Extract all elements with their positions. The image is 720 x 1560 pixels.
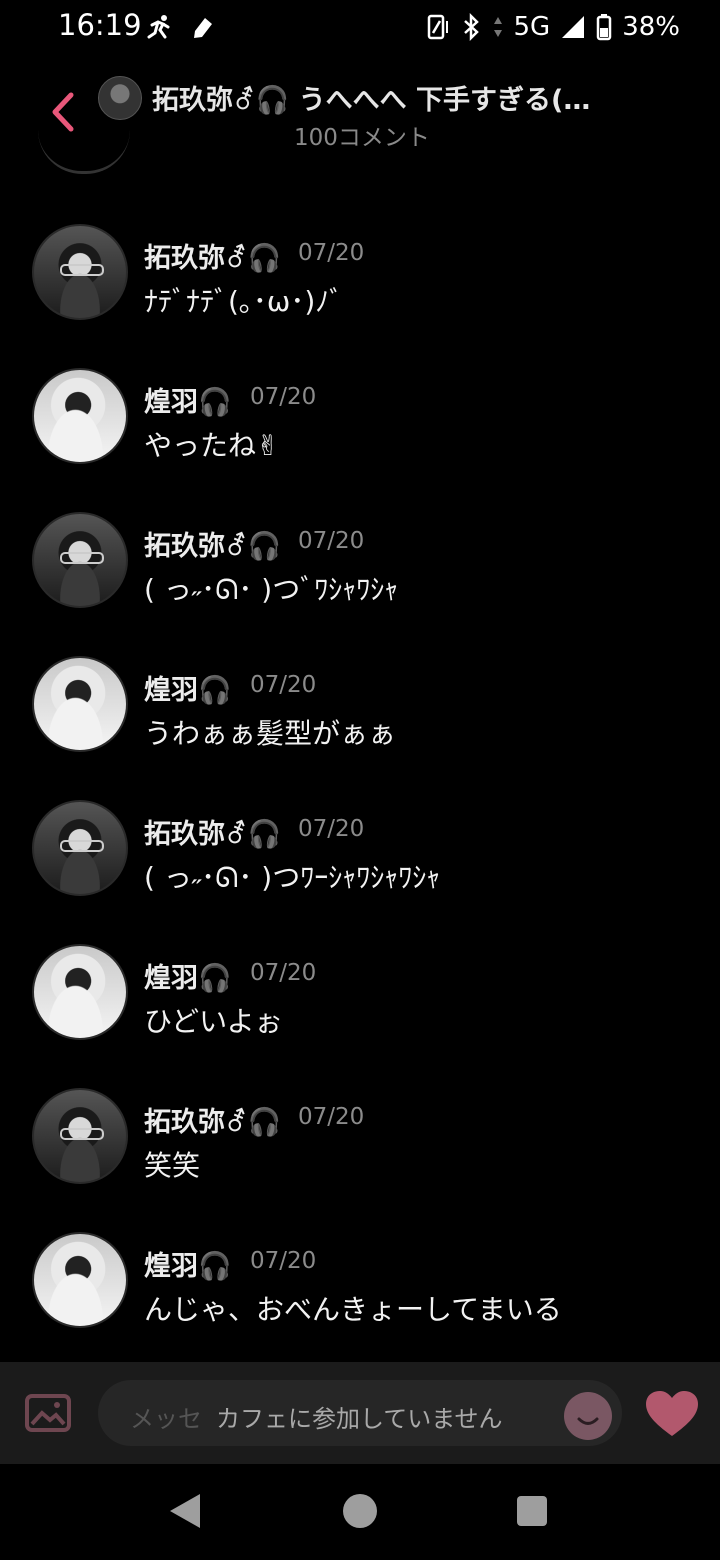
post-title: 拓玖弥⚦🎧 うへへへ 下手すぎる(… <box>152 85 591 116</box>
comment-author[interactable]: 煌羽🎧 <box>144 380 232 419</box>
comment-author[interactable]: 煌羽🎧 <box>144 956 232 995</box>
avatar[interactable] <box>32 512 128 608</box>
comment-item: 煌羽🎧 07/20 んじゃ、おべんきょーしてまいる <box>0 1232 720 1342</box>
comment-count: 100コメント <box>294 125 430 151</box>
status-time: 16:19 <box>58 8 142 42</box>
comment-text: うわぁぁ髪型がぁぁ <box>144 717 397 750</box>
status-bar: 16:19 5G 38% <box>0 0 720 56</box>
data-arrows-icon <box>493 17 502 37</box>
input-placeholder: メッセ <box>130 1405 202 1433</box>
comment-text: 笑笑 <box>144 1149 201 1182</box>
nav-home-icon[interactable] <box>343 1494 377 1528</box>
vibrate-icon <box>427 14 448 40</box>
status-right: 5G 38% <box>426 10 680 44</box>
comment-date: 07/20 <box>250 384 317 410</box>
network-type: 5G <box>513 12 551 42</box>
like-button[interactable] <box>644 1390 700 1438</box>
comment-date: 07/20 <box>250 960 317 986</box>
comment-author[interactable]: 拓玖弥⚦🎧 <box>144 236 281 275</box>
pencil-tag-icon <box>188 12 218 42</box>
comment-date: 07/20 <box>298 1104 365 1130</box>
avatar[interactable] <box>32 800 128 896</box>
avatar[interactable] <box>32 224 128 320</box>
comment-author[interactable]: 拓玖弥⚦🎧 <box>144 524 281 563</box>
battery-icon <box>596 14 612 41</box>
comment-date: 07/20 <box>250 1248 317 1274</box>
comment-item: 煌羽🎧 07/20 うわぁぁ髪型がぁぁ <box>0 656 720 766</box>
avatar[interactable] <box>32 368 128 464</box>
heart-icon <box>646 1391 698 1436</box>
avatar[interactable] <box>32 944 128 1040</box>
comment-item: 拓玖弥⚦🎧 07/20 ( っ˶･ᘏ･ )つﾞﾜｼｬﾜｼｬ <box>0 512 720 622</box>
smiley-icon <box>577 1417 599 1425</box>
avatar[interactable] <box>32 1088 128 1184</box>
nav-recents-icon[interactable] <box>517 1496 547 1526</box>
comment-text: やったね✌ <box>144 429 280 462</box>
image-attach-button[interactable] <box>22 1392 74 1434</box>
emoji-button[interactable] <box>564 1392 612 1440</box>
comment-item: 煌羽🎧 07/20 やったね✌ <box>0 368 720 478</box>
comment-date: 07/20 <box>250 672 317 698</box>
comment-date: 07/20 <box>298 240 365 266</box>
system-nav-bar <box>0 1464 720 1560</box>
avatar[interactable] <box>38 130 130 174</box>
comment-date: 07/20 <box>298 528 365 554</box>
comment-author[interactable]: 拓玖弥⚦🎧 <box>144 1100 281 1139</box>
comment-input-bar: メッセ カフェに参加していません <box>0 1362 720 1464</box>
comment-item: 拓玖弥⚦🎧 07/20 ﾅﾃﾞﾅﾃﾞ(｡･ω･)ﾉﾞ <box>0 224 720 334</box>
comment-author[interactable]: 煌羽🎧 <box>144 1244 232 1283</box>
header-avatar[interactable] <box>98 76 142 120</box>
comment-text: ( っ˶･ᘏ･ )つﾜｰｼｬﾜｼｬﾜｼｬ <box>144 861 441 894</box>
signal-icon <box>562 16 585 38</box>
comment-text: んじゃ、おべんきょーしてまいる <box>144 1293 562 1326</box>
bluetooth-icon <box>463 13 479 41</box>
avatar[interactable] <box>32 1232 128 1328</box>
comment-text: ひどいよぉ <box>144 1005 283 1038</box>
comment-item: 拓玖弥⚦🎧 07/20 笑笑 <box>0 1088 720 1198</box>
not-joined-notice: カフェに参加していません <box>216 1405 503 1433</box>
running-person-icon <box>144 12 176 42</box>
comment-author[interactable]: 煌羽🎧 <box>144 668 232 707</box>
comment-text: ﾅﾃﾞﾅﾃﾞ(｡･ω･)ﾉﾞ <box>144 285 344 318</box>
message-input[interactable]: メッセ カフェに参加していません <box>98 1380 622 1446</box>
chevron-left-icon <box>52 92 74 132</box>
comment-item: 煌羽🎧 07/20 ひどいよぉ <box>0 944 720 1054</box>
nav-back-icon[interactable] <box>168 1492 202 1530</box>
comment-author[interactable]: 拓玖弥⚦🎧 <box>144 812 281 851</box>
battery-level: 38% <box>622 12 680 42</box>
avatar[interactable] <box>32 656 128 752</box>
image-icon <box>25 1394 71 1432</box>
comment-text: ( っ˶･ᘏ･ )つﾞﾜｼｬﾜｼｬ <box>144 573 399 606</box>
comment-date: 07/20 <box>298 816 365 842</box>
comment-item: 拓玖弥⚦🎧 07/20 ( っ˶･ᘏ･ )つﾜｰｼｬﾜｼｬﾜｼｬ <box>0 800 720 910</box>
